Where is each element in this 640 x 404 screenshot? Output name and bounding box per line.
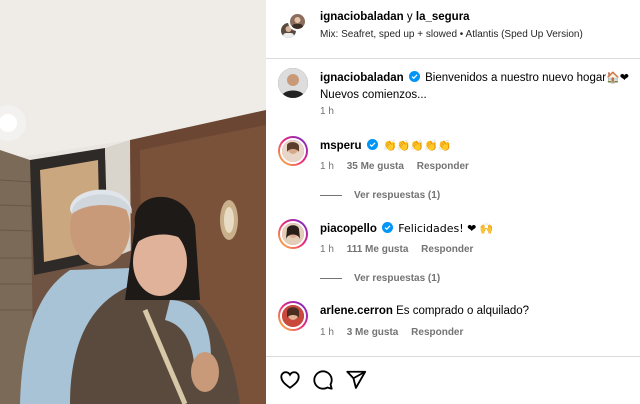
comment-username[interactable]: arlene.cerron [320,305,393,317]
replies-divider [320,277,342,279]
comment-text: Felicidades! ❤ 🙌 [398,222,494,235]
avatar[interactable] [278,68,308,98]
comment-likes[interactable]: 3 Me gusta [347,327,399,338]
view-replies-button[interactable]: Ver respuestas (1) [320,190,440,201]
avatar[interactable] [278,301,308,331]
verified-badge-icon [408,71,420,82]
heart-icon[interactable] [279,369,301,391]
comment: piacopello Felicidades! ❤ 🙌 [320,222,494,235]
post-caption: ignaciobaladan Bienvenidos a nuestro nue… [320,69,630,104]
comment-meta: 1 h 111 Me gusta Responder [320,244,473,255]
view-replies-button[interactable]: Ver respuestas (1) [320,273,440,284]
header-username-2[interactable]: la_segura [416,11,470,23]
comment-meta: 1 h 3 Me gusta Responder [320,327,463,338]
comment-time[interactable]: 1 h [320,327,334,338]
caption-username[interactable]: ignaciobaladan [320,72,404,84]
avatar[interactable] [278,219,308,249]
replies-divider [320,194,342,196]
view-replies-label: Ver respuestas (1) [354,273,441,284]
comment: arlene.cerron Es comprado o alquilado? [320,305,529,317]
caption-text-line2: Nuevos comienzos... [320,89,427,101]
reply-button[interactable]: Responder [417,161,469,172]
reply-button[interactable]: Responder [421,244,473,255]
verified-badge-icon [382,222,394,233]
post-details-panel: ignaciobaladan y la_segura Mix: Seafret,… [266,0,640,404]
audio-track[interactable]: Mix: Seafret, sped up + slowed • Atlanti… [320,29,583,40]
comment-username[interactable]: piacopello [320,223,377,235]
comment-time[interactable]: 1 h [320,161,334,172]
caption-text: Bienvenidos a nuestro nuevo hogar [425,72,607,84]
caption-meta: 1 h [320,106,334,117]
collab-avatars[interactable] [279,12,307,42]
comment-meta: 1 h 35 Me gusta Responder [320,161,469,172]
post-photo[interactable] [0,0,266,404]
couple-selfie-image [0,0,266,404]
comment-likes[interactable]: 35 Me gusta [347,161,404,172]
header-divider [266,58,640,59]
share-icon[interactable] [345,369,367,391]
post-header: ignaciobaladan y la_segura Mix: Seafret,… [266,0,640,58]
header-connector: y [406,11,413,23]
caption-time[interactable]: 1 h [320,106,334,117]
comment-likes[interactable]: 111 Me gusta [347,244,409,255]
collab-usernames: ignaciobaladan y la_segura [320,11,470,23]
verified-badge-icon [366,139,378,150]
comment-username[interactable]: msperu [320,140,362,152]
view-replies-label: Ver respuestas (1) [354,190,441,201]
reply-button[interactable]: Responder [411,327,463,338]
caption-emojis: 🏠❤ [606,71,629,84]
comment-icon[interactable] [312,369,334,391]
comment-text: 👏👏👏👏👏 [382,139,452,152]
post-actions-bar [266,356,640,404]
avatar[interactable] [278,136,308,166]
avatar[interactable] [288,12,307,31]
comment-time[interactable]: 1 h [320,244,334,255]
comment: msperu 👏👏👏👏👏 [320,139,451,152]
header-username-1[interactable]: ignaciobaladan [320,11,404,23]
comment-text: Es comprado o alquilado? [396,305,530,317]
